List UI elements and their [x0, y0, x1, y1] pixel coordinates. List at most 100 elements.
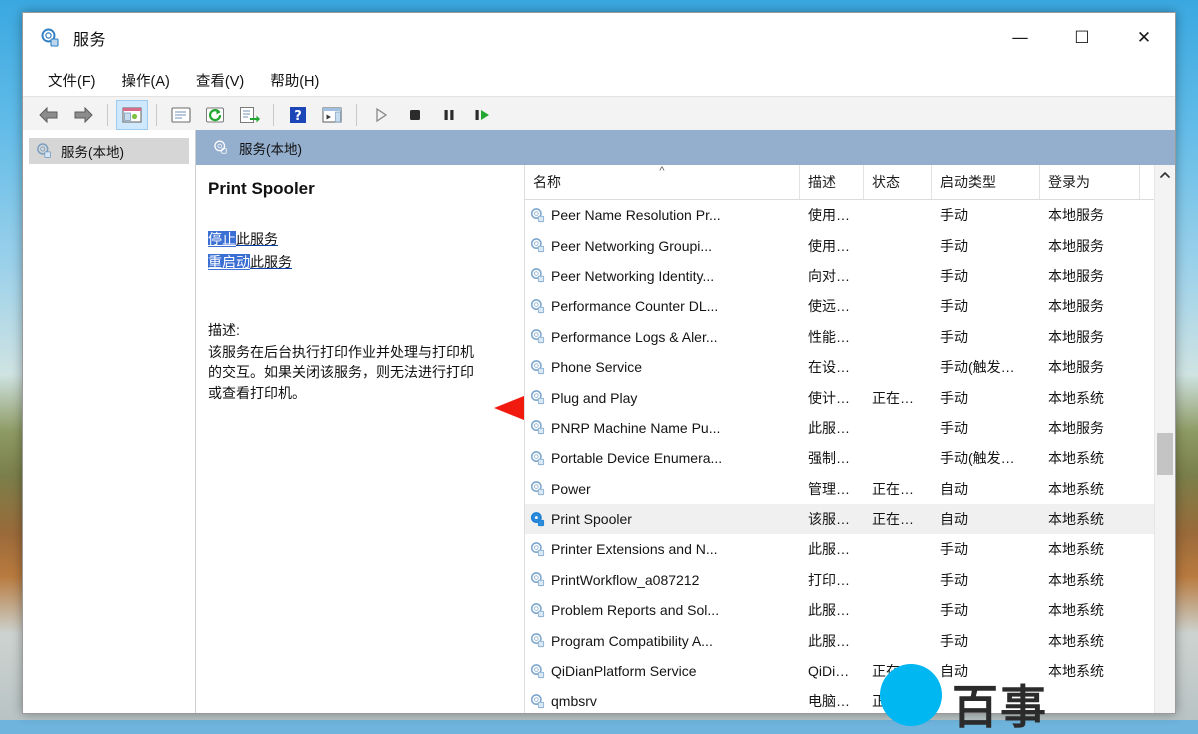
chevron-up-icon	[1160, 171, 1170, 179]
service-gear-icon	[529, 328, 546, 345]
toolbar-separator	[107, 104, 108, 126]
services-pane: 服务(本地) Print Spooler 停止此服务 重启动此服务 描述: 该服…	[196, 130, 1175, 713]
cell-desc: 性能…	[800, 327, 864, 347]
stop-service-link[interactable]: 停止此服务	[208, 231, 278, 247]
table-row[interactable]: Program Compatibility A...此服…手动本地系统	[525, 625, 1175, 655]
scroll-up-arrow-icon[interactable]	[1155, 165, 1175, 185]
cell-start: 手动(触发…	[932, 448, 1040, 468]
back-button[interactable]	[33, 100, 65, 130]
cell-desc: 使用…	[800, 236, 864, 256]
service-name-label: Plug and Play	[551, 390, 637, 406]
list-body: Peer Name Resolution Pr...使用…手动本地服务Peer …	[525, 200, 1175, 713]
cell-name: QiDianPlatform Service	[525, 663, 800, 680]
export-list-button[interactable]	[233, 100, 265, 130]
table-row[interactable]: Problem Reports and Sol...此服…手动本地系统	[525, 595, 1175, 625]
console-tree-pane: 服务(本地)	[23, 130, 196, 713]
stop-service-link-row: 停止此服务	[208, 229, 508, 249]
column-header-status[interactable]: 状态	[864, 165, 932, 199]
cell-logon: 本地系统	[1040, 509, 1140, 529]
back-icon	[38, 106, 60, 124]
service-name-label: Power	[551, 481, 591, 497]
cell-logon: 本地服务	[1040, 236, 1140, 256]
cell-desc: 此服…	[800, 539, 864, 559]
table-row[interactable]: Phone Service在设…手动(触发…本地服务	[525, 352, 1175, 382]
table-row[interactable]: Peer Name Resolution Pr...使用…手动本地服务	[525, 200, 1175, 230]
cell-start: 手动	[932, 296, 1040, 316]
forward-icon	[72, 106, 94, 124]
service-gear-icon	[529, 298, 546, 315]
service-details-panel: Print Spooler 停止此服务 重启动此服务 描述: 该服务在后台执行打…	[196, 165, 524, 713]
pause-service-icon	[440, 106, 458, 124]
column-header-startup-type[interactable]: 启动类型	[932, 165, 1040, 199]
service-gear-icon	[529, 359, 546, 376]
column-header-name-label: 名称	[533, 172, 561, 192]
services-gear-icon	[39, 27, 61, 49]
cell-desc: 打印…	[800, 570, 864, 590]
stop-service-button[interactable]	[399, 100, 431, 130]
table-row[interactable]: QiDianPlatform ServiceQiDi…正在…自动本地系统	[525, 656, 1175, 686]
start-service-button[interactable]	[365, 100, 397, 130]
menu-file[interactable]: 文件(F)	[37, 67, 107, 94]
pane-header: 服务(本地)	[196, 130, 1175, 165]
column-header-name[interactable]: 名称 ^	[525, 165, 800, 199]
window-title: 服务	[73, 26, 106, 50]
restart-service-link[interactable]: 重启动此服务	[208, 254, 292, 270]
tree-node-services-local[interactable]: 服务(本地)	[29, 138, 189, 164]
show-hide-console-tree-icon	[121, 105, 143, 125]
table-row[interactable]: Performance Counter DL...使远…手动本地服务	[525, 291, 1175, 321]
scrollbar-thumb[interactable]	[1157, 433, 1173, 475]
properties-button[interactable]	[165, 100, 197, 130]
window-controls: — ☐ ✕	[989, 13, 1175, 63]
toolbar-separator	[273, 104, 274, 126]
table-row[interactable]: Plug and Play使计…正在…手动本地系统	[525, 382, 1175, 412]
cell-logon: 本地服务	[1040, 296, 1140, 316]
restart-service-button[interactable]	[467, 100, 499, 130]
cell-state: 正在…	[864, 509, 932, 529]
cell-desc: 该服…	[800, 509, 864, 529]
pause-service-button[interactable]	[433, 100, 465, 130]
column-header-log-on-as[interactable]: 登录为	[1040, 165, 1140, 199]
menu-action[interactable]: 操作(A)	[111, 67, 181, 94]
description-text: 该服务在后台执行打印作业并处理与打印机的交互。如果关闭该服务，则无法进行打印或查…	[208, 342, 478, 403]
table-row[interactable]: Performance Logs & Aler...性能…手动本地服务	[525, 322, 1175, 352]
column-header-description[interactable]: 描述	[800, 165, 864, 199]
forward-button[interactable]	[67, 100, 99, 130]
column-header-log-on-as-label: 登录为	[1048, 172, 1090, 192]
refresh-icon	[204, 105, 226, 125]
column-header-status-label: 状态	[872, 172, 900, 192]
close-button[interactable]: ✕	[1113, 13, 1175, 63]
list-vertical-scrollbar[interactable]	[1154, 165, 1175, 713]
cell-logon: 本地系统	[1040, 448, 1140, 468]
show-hide-console-tree-button[interactable]	[116, 100, 148, 130]
tree-node-label: 服务(本地)	[61, 141, 124, 161]
cell-logon: 本地系统	[1040, 570, 1140, 590]
service-gear-icon	[529, 693, 546, 710]
table-row[interactable]: Peer Networking Identity...向对…手动本地服务	[525, 261, 1175, 291]
cell-name: Portable Device Enumera...	[525, 450, 800, 467]
table-row[interactable]: Printer Extensions and N...此服…手动本地系统	[525, 534, 1175, 564]
table-row[interactable]: PrintWorkflow_a087212打印…手动本地系统	[525, 565, 1175, 595]
cell-desc: 向对…	[800, 266, 864, 286]
menu-bar: 文件(F) 操作(A) 查看(V) 帮助(H)	[23, 64, 1175, 97]
table-row[interactable]: Peer Networking Groupi...使用…手动本地服务	[525, 230, 1175, 260]
menu-help[interactable]: 帮助(H)	[259, 67, 330, 94]
show-action-pane-button[interactable]	[316, 100, 348, 130]
table-row[interactable]: PNRP Machine Name Pu...此服…手动本地服务	[525, 413, 1175, 443]
restart-service-link-row: 重启动此服务	[208, 252, 508, 272]
cell-desc: 在设…	[800, 357, 864, 377]
cell-name: Power	[525, 480, 800, 497]
maximize-button[interactable]: ☐	[1051, 13, 1113, 63]
menu-view[interactable]: 查看(V)	[185, 67, 255, 94]
minimize-button[interactable]: —	[989, 13, 1051, 63]
service-name-label: Phone Service	[551, 359, 642, 375]
table-row[interactable]: qmbsrv电脑…正…	[525, 686, 1175, 713]
close-icon: ✕	[1137, 30, 1151, 47]
table-row[interactable]: Portable Device Enumera...强制…手动(触发…本地系统	[525, 443, 1175, 473]
cell-start: 自动	[932, 661, 1040, 681]
cell-logon: 本地系统	[1040, 539, 1140, 559]
refresh-button[interactable]	[199, 100, 231, 130]
table-row[interactable]: Power管理…正在…自动本地系统	[525, 474, 1175, 504]
service-name-label: Performance Logs & Aler...	[551, 329, 718, 345]
table-row[interactable]: Print Spooler该服…正在…自动本地系统	[525, 504, 1175, 534]
help-button[interactable]: ?	[282, 100, 314, 130]
